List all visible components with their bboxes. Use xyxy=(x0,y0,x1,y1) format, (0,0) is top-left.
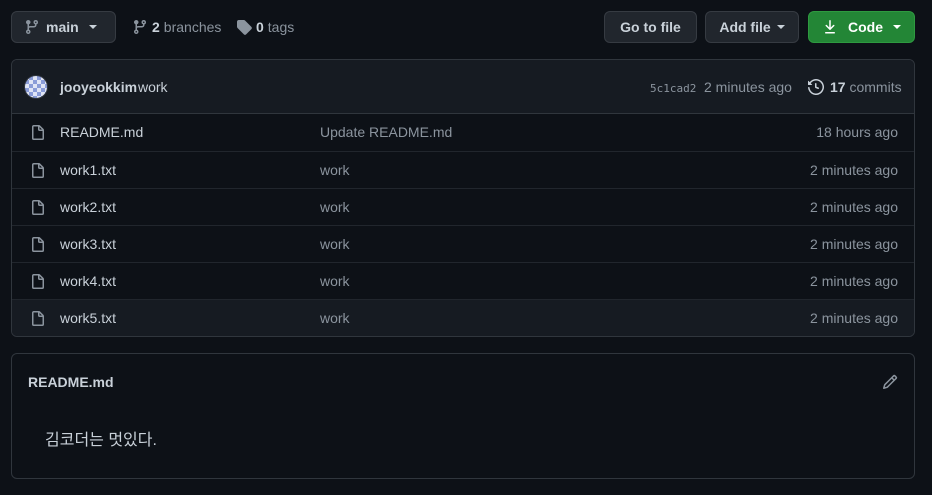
add-file-button[interactable]: Add file xyxy=(705,11,799,43)
file-commit-time: 2 minutes ago xyxy=(810,236,898,252)
file-name-link[interactable]: work1.txt xyxy=(60,162,116,178)
branches-count: 2 xyxy=(152,19,160,35)
commit-author-link[interactable]: jooyeokkim xyxy=(60,79,137,95)
commits-count: 17 xyxy=(830,79,846,95)
file-icon xyxy=(30,163,46,179)
readme-content: 김코더는 멋있다. xyxy=(45,432,157,449)
file-icon xyxy=(30,237,46,253)
readme-panel: README.md 김코더는 멋있다. xyxy=(11,353,915,479)
file-icon xyxy=(30,200,46,216)
commits-link[interactable]: 17 commits xyxy=(808,79,902,95)
file-name-link[interactable]: README.md xyxy=(60,124,143,140)
go-to-file-label: Go to file xyxy=(620,19,681,35)
file-commit-message-link[interactable]: work xyxy=(320,199,350,215)
file-icon xyxy=(30,125,46,141)
file-row[interactable]: work4.txt work 2 minutes ago xyxy=(12,262,914,299)
tags-label: tags xyxy=(267,19,295,35)
commit-message-link[interactable]: work xyxy=(138,79,168,95)
branch-selector-button[interactable]: main xyxy=(11,11,116,43)
file-commit-time: 2 minutes ago xyxy=(810,199,898,215)
file-row[interactable]: work3.txt work 2 minutes ago xyxy=(12,225,914,262)
history-icon xyxy=(808,79,824,95)
commit-time: 2 minutes ago xyxy=(704,79,792,95)
chevron-down-icon xyxy=(88,25,97,29)
file-commit-message-link[interactable]: work xyxy=(320,162,350,178)
file-commit-message-link[interactable]: work xyxy=(320,273,350,289)
branch-name: main xyxy=(46,19,79,35)
latest-commit-bar: jooyeokkim work 5c1cad2 2 minutes ago 17… xyxy=(12,60,914,114)
file-commit-message-link[interactable]: Update README.md xyxy=(320,124,452,140)
avatar[interactable] xyxy=(24,75,48,99)
branches-link[interactable]: 2 branches xyxy=(132,17,221,37)
file-name-link[interactable]: work5.txt xyxy=(60,310,116,326)
chevron-down-icon xyxy=(893,25,901,29)
file-name-link[interactable]: work4.txt xyxy=(60,273,116,289)
tags-count: 0 xyxy=(256,19,264,35)
file-commit-time: 2 minutes ago xyxy=(810,273,898,289)
chevron-down-icon xyxy=(776,25,785,29)
file-row[interactable]: work2.txt work 2 minutes ago xyxy=(12,188,914,225)
file-commit-time: 18 hours ago xyxy=(816,124,898,140)
file-browser: jooyeokkim work 5c1cad2 2 minutes ago 17… xyxy=(11,59,915,337)
file-name-link[interactable]: work3.txt xyxy=(60,236,116,252)
file-icon xyxy=(30,274,46,290)
file-commit-time: 2 minutes ago xyxy=(810,162,898,178)
code-label: Code xyxy=(848,19,883,35)
file-row[interactable]: README.md Update README.md 18 hours ago xyxy=(12,114,914,151)
branches-label: branches xyxy=(163,19,222,35)
file-name-link[interactable]: work2.txt xyxy=(60,199,116,215)
pencil-icon[interactable] xyxy=(882,374,898,390)
tag-icon xyxy=(236,19,252,35)
file-commit-message-link[interactable]: work xyxy=(320,310,350,326)
commit-sha-link[interactable]: 5c1cad2 xyxy=(650,82,696,95)
file-row[interactable]: work5.txt work 2 minutes ago xyxy=(12,299,914,336)
git-branch-icon xyxy=(132,19,148,35)
add-file-label: Add file xyxy=(719,19,771,35)
git-branch-icon xyxy=(24,19,40,35)
commits-label: commits xyxy=(849,79,902,95)
file-commit-time: 2 minutes ago xyxy=(810,310,898,326)
file-row[interactable]: work1.txt work 2 minutes ago xyxy=(12,151,914,188)
tags-link[interactable]: 0 tags xyxy=(236,17,294,37)
readme-title-link[interactable]: README.md xyxy=(28,374,114,390)
download-icon xyxy=(822,19,838,35)
file-icon xyxy=(30,311,46,327)
go-to-file-button[interactable]: Go to file xyxy=(604,11,697,43)
code-button[interactable]: Code xyxy=(808,11,915,43)
file-commit-message-link[interactable]: work xyxy=(320,236,350,252)
